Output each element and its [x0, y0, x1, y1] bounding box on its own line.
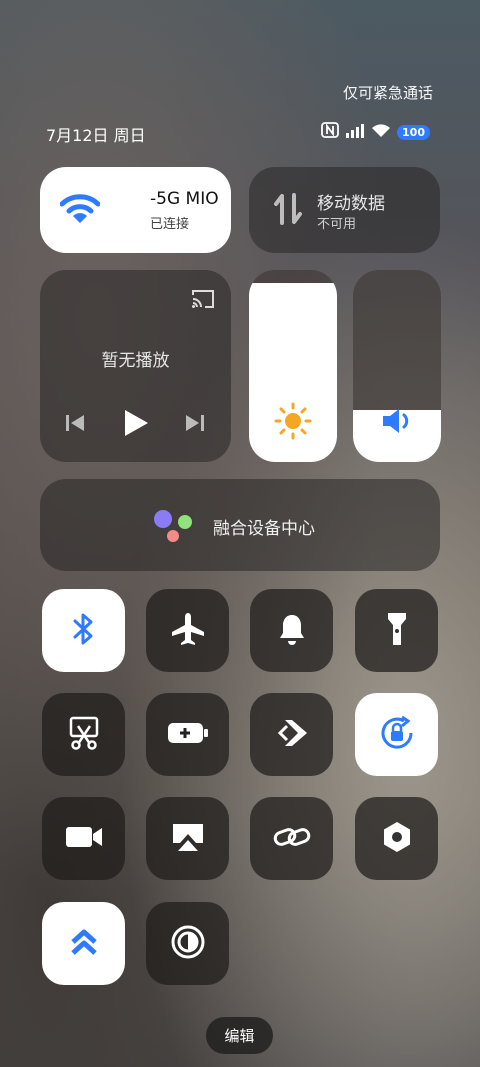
video-icon	[64, 824, 104, 854]
media-title: 暂无播放	[101, 351, 170, 371]
share-diamond-icon	[275, 718, 309, 752]
airplane-icon	[170, 611, 206, 651]
flashlight-icon	[385, 611, 409, 651]
screen-cast-toggle[interactable]	[146, 797, 229, 880]
device-hub-icon	[152, 508, 194, 548]
wifi-status: 已连接	[150, 217, 190, 232]
wifi-network-name: -5G MIO	[150, 189, 219, 209]
mobile-data-title: 移动数据	[317, 194, 385, 214]
airplane-toggle[interactable]	[146, 589, 229, 672]
hex-nut-icon	[381, 820, 413, 858]
brightness-slider[interactable]	[249, 270, 337, 462]
battery-badge: 100	[397, 124, 430, 140]
scissors-icon	[68, 716, 100, 754]
status-icons: 100	[321, 122, 430, 142]
media-player: 暂无播放	[40, 270, 231, 462]
bell-icon	[277, 612, 307, 650]
next-icon[interactable]	[184, 412, 206, 438]
wifi-tile[interactable]: -5G MIO 已连接	[40, 167, 231, 253]
previous-icon[interactable]	[64, 412, 86, 438]
mobile-data-status: 不可用	[317, 217, 357, 232]
battery-saver-toggle[interactable]	[146, 693, 229, 776]
nearby-share-toggle[interactable]	[250, 693, 333, 776]
wifi-icon	[371, 123, 391, 142]
performance-toggle[interactable]	[42, 902, 125, 985]
bluetooth-icon	[71, 612, 97, 650]
device-hub-label: 融合设备中心	[213, 519, 315, 539]
device-hub-tile[interactable]: 融合设备中心	[40, 479, 440, 571]
double-chevron-up-icon	[69, 926, 99, 962]
screen-record-toggle[interactable]	[42, 797, 125, 880]
speaker-icon	[381, 406, 413, 440]
link-icon	[273, 822, 311, 856]
link-toggle[interactable]	[250, 797, 333, 880]
edit-button[interactable]: 编辑	[206, 1017, 273, 1054]
rotation-lock-icon	[378, 714, 416, 756]
play-icon[interactable]	[122, 408, 150, 442]
nfc-icon	[321, 122, 339, 142]
rotation-lock-toggle[interactable]	[355, 693, 438, 776]
mobile-data-tile[interactable]: 移动数据 不可用	[249, 167, 440, 253]
dark-mode-toggle[interactable]	[146, 902, 229, 985]
screenshot-toggle[interactable]	[42, 693, 125, 776]
contrast-icon	[170, 924, 206, 964]
airplay-icon	[170, 821, 206, 857]
volume-slider[interactable]	[353, 270, 441, 462]
battery-plus-icon	[167, 720, 209, 750]
hex-settings-toggle[interactable]	[355, 797, 438, 880]
data-transfer-icon	[273, 192, 303, 230]
wifi-icon	[59, 193, 101, 229]
emergency-call-text: 仅可紧急通话	[342, 84, 433, 102]
date-text: 7月12日 周日	[46, 126, 146, 145]
bluetooth-toggle[interactable]	[42, 589, 125, 672]
flashlight-toggle[interactable]	[355, 589, 438, 672]
cast-icon[interactable]	[190, 288, 216, 314]
ringer-toggle[interactable]	[250, 589, 333, 672]
signal-icon	[345, 123, 365, 142]
sun-icon	[274, 402, 312, 444]
